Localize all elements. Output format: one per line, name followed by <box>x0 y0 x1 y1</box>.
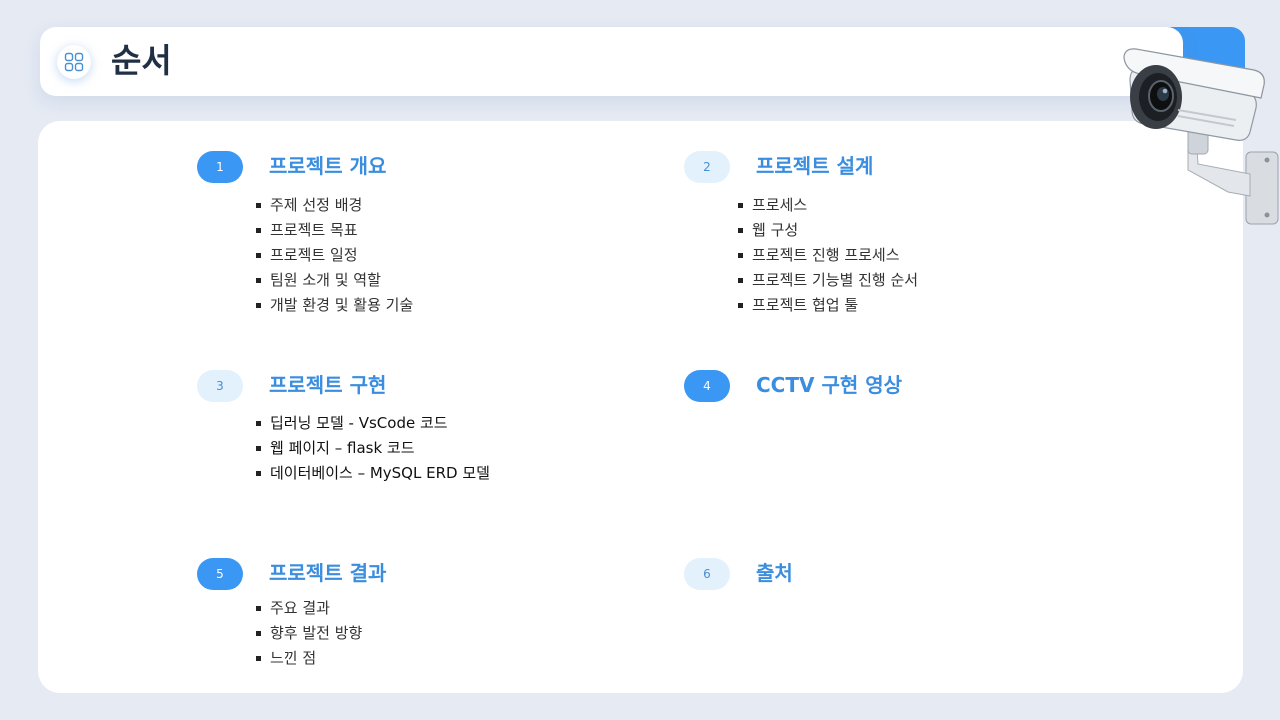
list-item: 주요 결과 <box>255 596 362 621</box>
content-panel: 1 프로젝트 개요 주제 선정 배경 프로젝트 목표 프로젝트 일정 팀원 소개… <box>38 121 1243 693</box>
section-title: 프로젝트 구현 <box>269 373 387 397</box>
section-title: CCTV 구현 영상 <box>756 373 903 397</box>
section-number-badge: 2 <box>684 151 730 183</box>
list-item: 데이터베이스 – MySQL ERD 모델 <box>255 461 490 486</box>
list-item: 웹 페이지 – flask 코드 <box>255 436 490 461</box>
section-number-badge: 5 <box>197 558 243 590</box>
list-item: 팀원 소개 및 역할 <box>255 268 413 293</box>
list-item: 프로젝트 협업 툴 <box>737 293 918 318</box>
list-item: 프로세스 <box>737 193 918 218</box>
section-title: 프로젝트 결과 <box>269 561 387 585</box>
list-item: 딥러닝 모델 - VsCode 코드 <box>255 411 490 436</box>
list-item: 개발 환경 및 활용 기술 <box>255 293 413 318</box>
section-number-badge: 4 <box>684 370 730 402</box>
list-item: 느낀 점 <box>255 646 362 671</box>
section-title: 출처 <box>756 561 793 585</box>
list-item: 프로젝트 일정 <box>255 243 413 268</box>
section-item-list: 주요 결과 향후 발전 방향 느낀 점 <box>255 596 362 671</box>
section-item-list: 프로세스 웹 구성 프로젝트 진행 프로세스 프로젝트 기능별 진행 순서 프로… <box>737 193 918 318</box>
section-title: 프로젝트 설계 <box>756 154 874 178</box>
list-item: 프로젝트 진행 프로세스 <box>737 243 918 268</box>
section-number-badge: 6 <box>684 558 730 590</box>
section-item-list: 딥러닝 모델 - VsCode 코드 웹 페이지 – flask 코드 데이터베… <box>255 411 490 486</box>
list-item: 향후 발전 방향 <box>255 621 362 646</box>
list-item: 웹 구성 <box>737 218 918 243</box>
section-item-list: 주제 선정 배경 프로젝트 목표 프로젝트 일정 팀원 소개 및 역할 개발 환… <box>255 193 413 318</box>
section-number-badge: 1 <box>197 151 243 183</box>
cctv-camera-icon <box>1123 48 1279 225</box>
list-item: 주제 선정 배경 <box>255 193 413 218</box>
header-bar: 순서 <box>40 27 1183 96</box>
page-title: 순서 <box>111 41 172 80</box>
grid-icon <box>57 45 91 79</box>
section-title: 프로젝트 개요 <box>269 154 387 178</box>
list-item: 프로젝트 기능별 진행 순서 <box>737 268 918 293</box>
list-item: 프로젝트 목표 <box>255 218 413 243</box>
section-number-badge: 3 <box>197 370 243 402</box>
